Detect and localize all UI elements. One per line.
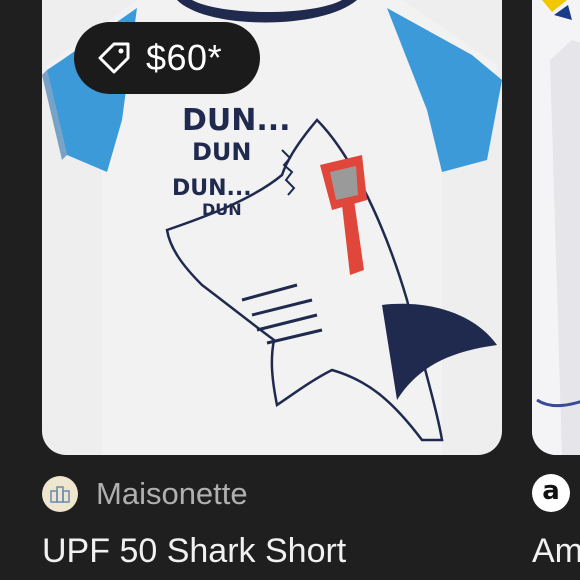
amazon-logo: a (532, 474, 570, 512)
product-card-image-2[interactable] (532, 0, 580, 455)
product-title[interactable]: UPF 50 Shark Short (42, 532, 346, 571)
print-text-2: DUN (192, 138, 252, 166)
maisonette-favicon (42, 476, 78, 512)
price-badge[interactable]: $60* (74, 22, 260, 94)
product-title-2[interactable]: Am (532, 532, 580, 571)
price-label: $60* (146, 37, 223, 78)
print-text-4: DUN (202, 200, 242, 219)
product-image-2 (532, 0, 580, 455)
source-row[interactable]: Maisonette (42, 474, 248, 514)
source-name: Maisonette (96, 476, 248, 511)
print-text-3: DUN... (172, 176, 252, 201)
print-text-1: DUN... (182, 103, 291, 138)
tag-icon (96, 40, 132, 76)
